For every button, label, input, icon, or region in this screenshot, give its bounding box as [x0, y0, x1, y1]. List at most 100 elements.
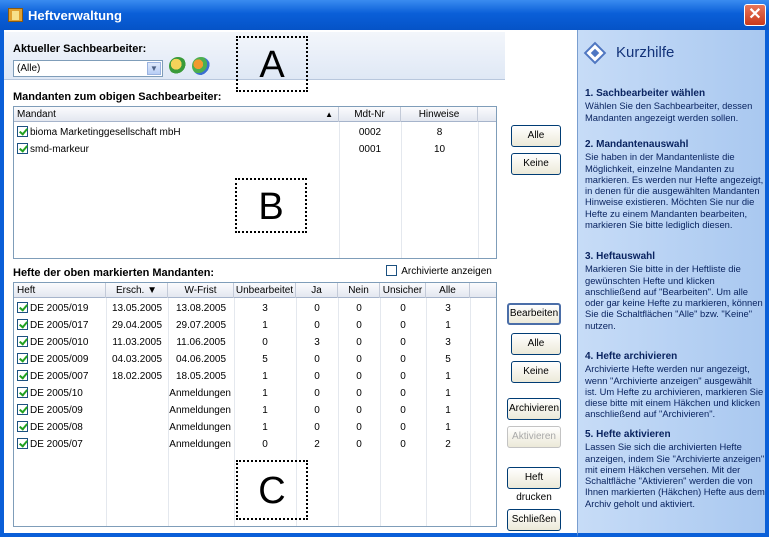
- heft-w-frist-cell: Anmeldungen: [169, 439, 231, 450]
- heft-checkbox[interactable]: [17, 302, 28, 313]
- help-section-text: Lassen Sie sich die archivierten Hefte a…: [585, 441, 765, 509]
- mandant-hinweise: 10: [433, 144, 446, 155]
- chevron-down-icon[interactable]: ▼: [147, 62, 161, 75]
- heft-nein-cell: 0: [356, 354, 362, 365]
- heft-row[interactable]: DE 2005/07 Anmeldungen 0 2 0 0 2: [14, 436, 496, 453]
- heft-unsicher-cell: 0: [400, 354, 406, 365]
- heft-nein-cell: 0: [356, 337, 362, 348]
- help-section-title: 2. Mandantenauswahl: [585, 139, 689, 150]
- hefte-alle-button[interactable]: Alle: [511, 333, 561, 355]
- mandanten-keine-button[interactable]: Keine: [511, 153, 561, 175]
- heft-ja-cell: 0: [314, 405, 320, 416]
- heft-checkbox[interactable]: [17, 370, 28, 381]
- heft-cell: DE 2005/010: [17, 334, 106, 351]
- heft-unsicher-cell: 0: [400, 439, 406, 450]
- heft-name: DE 2005/017: [30, 320, 89, 331]
- sachbearbeiter-label: Aktueller Sachbearbeiter:: [13, 43, 147, 55]
- help-section: 5. Hefte aktivieren Lassen Sie sich die a…: [585, 429, 765, 509]
- heft-alle-cell: 3: [445, 337, 451, 348]
- group-users-icon[interactable]: [192, 57, 210, 75]
- heft-ja-cell: 0: [314, 320, 320, 331]
- help-section-title: 4. Hefte archivieren: [585, 351, 678, 362]
- hefte-keine-button[interactable]: Keine: [511, 361, 561, 383]
- heft-ja-cell: 2: [314, 439, 320, 450]
- heft-drucken-button[interactable]: Heft drucken: [507, 467, 561, 503]
- heft-row[interactable]: DE 2005/007 18.02.2005 18.05.2005 1 0 0 0 1: [14, 368, 496, 385]
- heft-checkbox[interactable]: [17, 421, 28, 432]
- heft-row[interactable]: DE 2005/09 Anmeldungen 1 0 0 0 1: [14, 402, 496, 419]
- heft-checkbox[interactable]: [17, 319, 28, 330]
- archivieren-button[interactable]: Archivieren: [507, 398, 561, 420]
- heft-row[interactable]: DE 2005/010 11.03.2005 11.06.2005 0 3 0 0 3: [14, 334, 496, 351]
- heft-row[interactable]: DE 2005/009 04.03.2005 04.06.2005 5 0 0 0 5: [14, 351, 496, 368]
- mandant-nr: 0001: [358, 144, 382, 155]
- heft-cell: DE 2005/017: [17, 317, 106, 334]
- sort-up-icon: ▲: [325, 110, 333, 119]
- heft-checkbox[interactable]: [17, 353, 28, 364]
- mandant-checkbox[interactable]: [17, 143, 28, 154]
- bearbeiten-button[interactable]: Bearbeiten: [507, 303, 561, 325]
- add-user-icon[interactable]: [169, 57, 187, 75]
- heft-w-frist-cell: 18.05.2005: [175, 371, 227, 382]
- col-mdt-nr[interactable]: Mdt-Nr: [339, 107, 401, 122]
- heft-unsicher-cell: 0: [400, 371, 406, 382]
- col-w-frist[interactable]: W-Frist: [168, 283, 234, 298]
- heft-w-frist-cell: 04.06.2005: [175, 354, 227, 365]
- mandant-row[interactable]: bioma Marketinggesellschaft mbH 0002 8: [14, 124, 496, 141]
- heft-ja-cell: 0: [314, 388, 320, 399]
- heft-row[interactable]: DE 2005/017 29.04.2005 29.07.2005 1 0 0 0 1: [14, 317, 496, 334]
- heft-nein-cell: 0: [356, 422, 362, 433]
- sachbearbeiter-select[interactable]: (Alle) ▼: [13, 60, 163, 77]
- col-unbearbeitet[interactable]: Unbearbeitet: [234, 283, 296, 298]
- heft-alle-cell: 2: [445, 439, 451, 450]
- close-button[interactable]: ✕: [744, 4, 766, 26]
- schliessen-button[interactable]: Schließen: [507, 509, 561, 531]
- mandanten-alle-button[interactable]: Alle: [511, 125, 561, 147]
- archived-checkbox[interactable]: Archivierte anzeigen: [386, 265, 492, 277]
- col-unsicher[interactable]: Unsicher: [380, 283, 426, 298]
- heft-unbearbeitet-cell: 0: [262, 337, 268, 348]
- heft-checkbox[interactable]: [17, 336, 28, 347]
- heft-checkbox[interactable]: [17, 438, 28, 449]
- heft-name: DE 2005/010: [30, 337, 89, 348]
- col-mandant[interactable]: Mandant ▲: [14, 107, 339, 122]
- col-nein[interactable]: Nein: [338, 283, 380, 298]
- mandant-checkbox[interactable]: [17, 126, 28, 137]
- heft-alle-cell: 1: [445, 405, 451, 416]
- heft-unbearbeitet-cell: 1: [262, 388, 268, 399]
- archived-checkbox-box[interactable]: [386, 265, 397, 276]
- heft-name: DE 2005/09: [30, 405, 83, 416]
- help-section: 3. Heftauswahl Markieren Sie bitte in der…: [585, 251, 765, 331]
- heft-nein-cell: 0: [356, 405, 362, 416]
- heft-row[interactable]: DE 2005/019 13.05.2005 13.08.2005 3 0 0 0 3: [14, 300, 496, 317]
- heft-row[interactable]: DE 2005/08 Anmeldungen 1 0 0 0 1: [14, 419, 496, 436]
- col-alle[interactable]: Alle: [426, 283, 470, 298]
- col-ersch[interactable]: Ersch. ▼: [106, 283, 168, 298]
- heft-ersch-cell: 13.05.2005: [111, 303, 163, 314]
- col-ja[interactable]: Ja: [296, 283, 338, 298]
- mandant-row[interactable]: smd-markeur 0001 10: [14, 141, 496, 158]
- heft-alle-cell: 1: [445, 371, 451, 382]
- heft-nein-cell: 0: [356, 439, 362, 450]
- heft-unsicher-cell: 0: [400, 405, 406, 416]
- marker-a: A: [236, 36, 308, 92]
- col-heft[interactable]: Heft: [14, 283, 106, 298]
- heft-nein-cell: 0: [356, 371, 362, 382]
- title-bar: Heftverwaltung ✕: [0, 0, 769, 30]
- heft-unsicher-cell: 0: [400, 422, 406, 433]
- heft-w-frist-cell: 13.08.2005: [175, 303, 227, 314]
- heft-w-frist-cell: 11.06.2005: [176, 337, 226, 348]
- heft-checkbox[interactable]: [17, 404, 28, 415]
- heft-row[interactable]: DE 2005/10 Anmeldungen 1 0 0 0 1: [14, 385, 496, 402]
- heft-unsicher-cell: 0: [400, 388, 406, 399]
- heft-name: DE 2005/07: [30, 439, 83, 450]
- heft-unsicher-cell: 0: [400, 320, 406, 331]
- mandant-name: smd-markeur: [30, 144, 89, 155]
- heft-cell: DE 2005/007: [17, 368, 106, 385]
- mandanten-label: Mandanten zum obigen Sachbearbeiter:: [13, 91, 222, 103]
- heft-checkbox[interactable]: [17, 387, 28, 398]
- help-section-text: Markieren Sie bitte in der Heftliste die…: [585, 263, 763, 331]
- archived-checkbox-label: Archivierte anzeigen: [401, 266, 492, 277]
- heft-cell: DE 2005/10: [17, 385, 106, 402]
- col-hinweise[interactable]: Hinweise: [401, 107, 478, 122]
